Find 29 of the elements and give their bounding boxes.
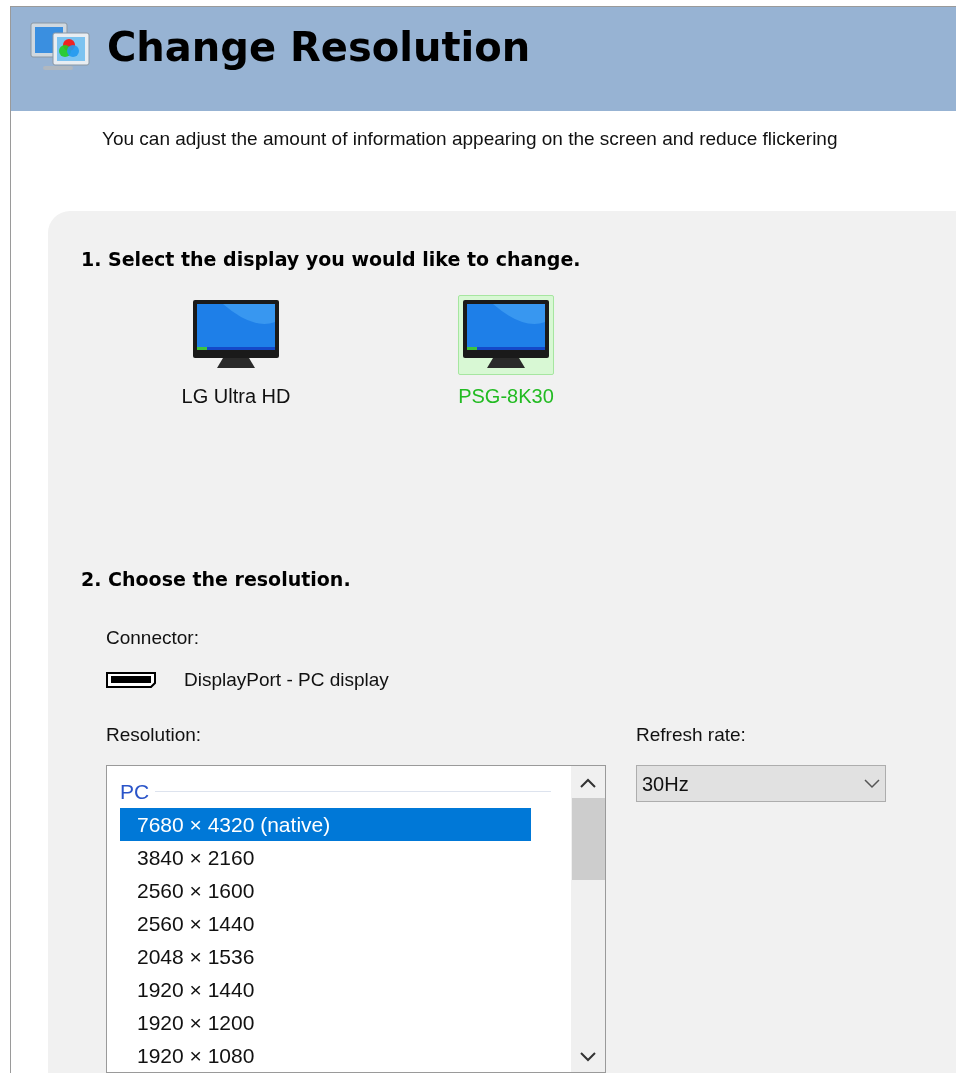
scrollbar-thumb[interactable] [571, 798, 605, 880]
resolution-item[interactable]: 1920 × 1080 [120, 1038, 531, 1072]
scroll-up-icon[interactable] [580, 778, 596, 788]
refresh-rate-dropdown[interactable]: 30Hz [636, 765, 886, 802]
display-option[interactable]: LG Ultra HD [161, 295, 311, 415]
resolution-label: Resolution: [106, 722, 203, 747]
scroll-down-icon[interactable] [580, 1052, 596, 1062]
connector-value: DisplayPort - PC display [184, 668, 389, 692]
step-heading: 2. Choose the resolution. [81, 567, 352, 592]
resolution-item[interactable]: 1920 × 1200 [120, 1005, 531, 1039]
displays-icon [29, 21, 93, 73]
connector-label: Connector: [106, 625, 200, 650]
group-header: PC [120, 779, 150, 805]
resolution-item[interactable]: 7680 × 4320 (native) [120, 807, 531, 841]
resolution-item[interactable]: 2048 × 1536 [120, 939, 531, 973]
resolution-list[interactable]: PC 7680 × 4320 (native) 3840 × 2160 2560 × 1600 2560 × 1440 2048 × 1536 1920 × 1440 1920 × 1200 1920 × 1080 [106, 765, 606, 1073]
port-icon [106, 672, 156, 689]
monitor-icon [193, 300, 279, 370]
resolution-item[interactable]: 2560 × 1600 [120, 873, 531, 907]
refresh-rate-label: Refresh rate: [636, 722, 747, 747]
step-heading: 1. Select the display you would like to change. [81, 246, 582, 272]
resolution-item[interactable]: 3840 × 2160 [120, 840, 531, 874]
resolution-item[interactable]: 1920 × 1440 [120, 972, 531, 1006]
monitor-icon [463, 300, 549, 370]
page-title: Change Resolution [107, 23, 531, 72]
scrollbar[interactable] [571, 766, 605, 1072]
resolution-item[interactable]: 2560 × 1440 [120, 906, 531, 940]
description-text: You can adjust the amount of information appearing on the screen and reduce flickering [102, 127, 838, 149]
chevron-down-icon [864, 778, 880, 789]
